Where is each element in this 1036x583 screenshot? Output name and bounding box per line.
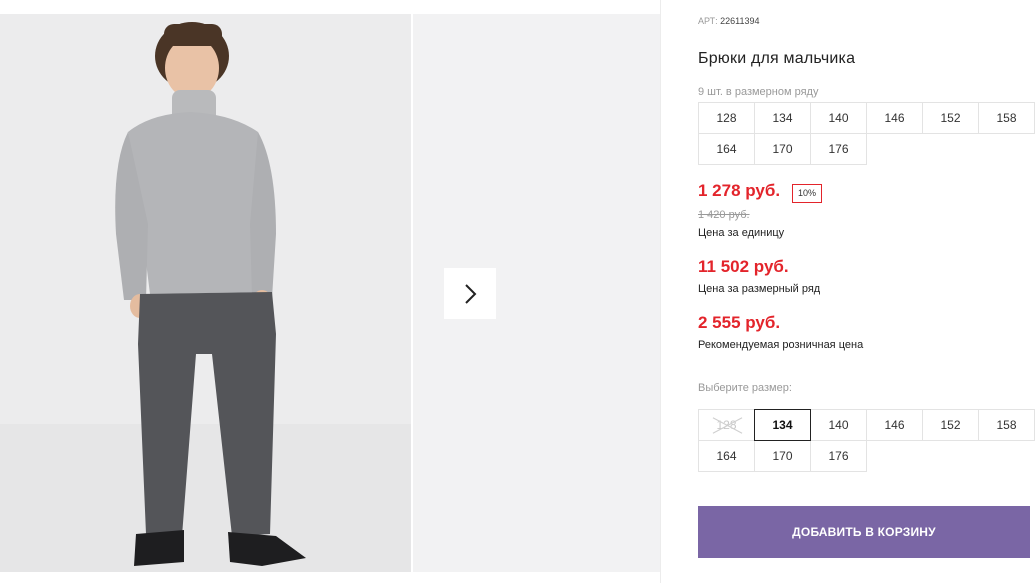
size-option-selected[interactable]: 134 [754, 409, 811, 441]
pack-size-cell: 158 [978, 102, 1035, 134]
size-selector: 128 134 140 146 152 158 164 170 176 [698, 409, 1036, 472]
pack-size-cell: 170 [754, 133, 811, 165]
boy-in-sweater-and-trousers-image [0, 14, 411, 572]
article-label: АРТ: [698, 16, 718, 26]
size-option[interactable]: 176 [810, 440, 867, 472]
pack-size-cell: 128 [698, 102, 755, 134]
unit-price: 1 278 руб. [698, 181, 781, 200]
discount-badge: 10% [792, 184, 823, 203]
pack-size-grid: 128 134 140 146 152 158 164 170 176 [698, 102, 1036, 165]
unit-price-label: Цена за единицу [698, 227, 785, 239]
pack-size-row: 128 134 140 146 152 158 [698, 102, 1036, 134]
size-option[interactable]: 170 [754, 440, 811, 472]
size-option-unavailable: 128 [698, 409, 755, 441]
product-title: Брюки для мальчика [698, 50, 856, 67]
gallery-next-button[interactable] [444, 268, 496, 319]
pack-size-cell: 140 [810, 102, 867, 134]
size-option[interactable]: 158 [978, 409, 1035, 441]
article-code: АРТ: 22611394 [698, 16, 760, 26]
pack-size-cell: 164 [698, 133, 755, 165]
retail-price: 2 555 руб. [698, 313, 781, 332]
pack-price-label: Цена за размерный ряд [698, 283, 821, 295]
panel-divider [660, 0, 661, 583]
chevron-right-icon [465, 283, 477, 304]
pack-size-cell: 146 [866, 102, 923, 134]
product-photo-main[interactable] [0, 14, 411, 572]
size-option[interactable]: 164 [698, 440, 755, 472]
size-option[interactable]: 152 [922, 409, 979, 441]
retail-price-label: Рекомендуемая розничная цена [698, 339, 864, 351]
product-info-panel: АРТ: 22611394 Брюки для мальчика 9 шт. в… [698, 0, 1036, 583]
add-to-cart-button[interactable]: ДОБАВИТЬ В КОРЗИНУ [698, 506, 1030, 558]
pack-size-cell: 134 [754, 102, 811, 134]
size-option[interactable]: 140 [810, 409, 867, 441]
pack-count-text: 9 шт. в размерном ряду [698, 86, 819, 98]
choose-size-label: Выберите размер: [698, 382, 792, 394]
size-option[interactable]: 146 [866, 409, 923, 441]
product-gallery [0, 14, 660, 572]
old-price: 1 420 руб. [698, 209, 750, 221]
pack-price: 11 502 руб. [698, 257, 789, 276]
article-number: 22611394 [720, 16, 760, 26]
pack-size-cell: 176 [810, 133, 867, 165]
size-selector-row: 128 134 140 146 152 158 [698, 409, 1036, 441]
pack-size-row: 164 170 176 [698, 133, 1036, 165]
size-selector-row: 164 170 176 [698, 440, 1036, 472]
pack-size-cell: 152 [922, 102, 979, 134]
